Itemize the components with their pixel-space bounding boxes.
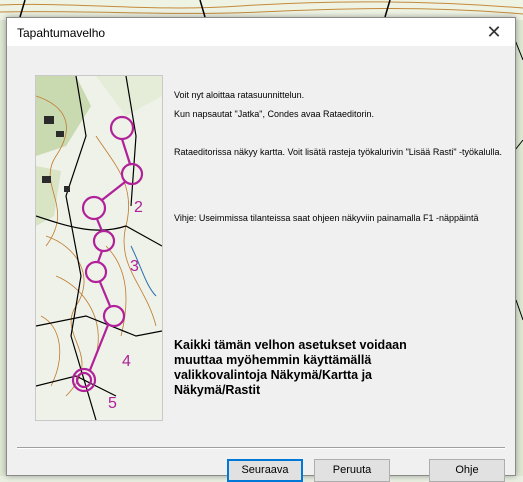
control-number-3: 3 [130, 258, 139, 275]
orienteering-map-image: 2 3 4 5 [35, 75, 163, 421]
window-title: Tapahtumavelho [17, 26, 106, 40]
map-illustration: 2 3 4 5 [36, 76, 162, 420]
control-number-4: 4 [122, 353, 131, 370]
close-icon[interactable]: ✕ [477, 20, 511, 44]
control-number-5: 5 [108, 395, 117, 412]
separator-line [17, 447, 505, 449]
hint-text: Vihje: Useimmissa tilanteissa saat ohjee… [174, 213, 479, 223]
continue-text: Kun napsautat "Jatka", Condes avaa Ratae… [174, 109, 375, 119]
editor-text: Rataeditorissa näkyy kartta. Voit lisätä… [174, 147, 503, 157]
next-button[interactable]: Seuraava [227, 459, 303, 482]
title-bar: Tapahtumavelho ✕ [7, 18, 515, 46]
control-number-2: 2 [134, 199, 143, 216]
cancel-button[interactable]: Peruuta [314, 459, 390, 482]
wizard-dialog: Tapahtumavelho ✕ 2 3 4 5 Voit nyt aloitt… [6, 17, 516, 482]
help-button[interactable]: Ohje [429, 459, 505, 482]
intro-text: Voit nyt aloittaa ratasuunnittelun. [174, 90, 305, 100]
dialog-body: 2 3 4 5 Voit nyt aloittaa ratasuunnittel… [7, 46, 515, 482]
settings-note: Kaikki tämän velhon asetukset voidaan mu… [174, 338, 407, 397]
